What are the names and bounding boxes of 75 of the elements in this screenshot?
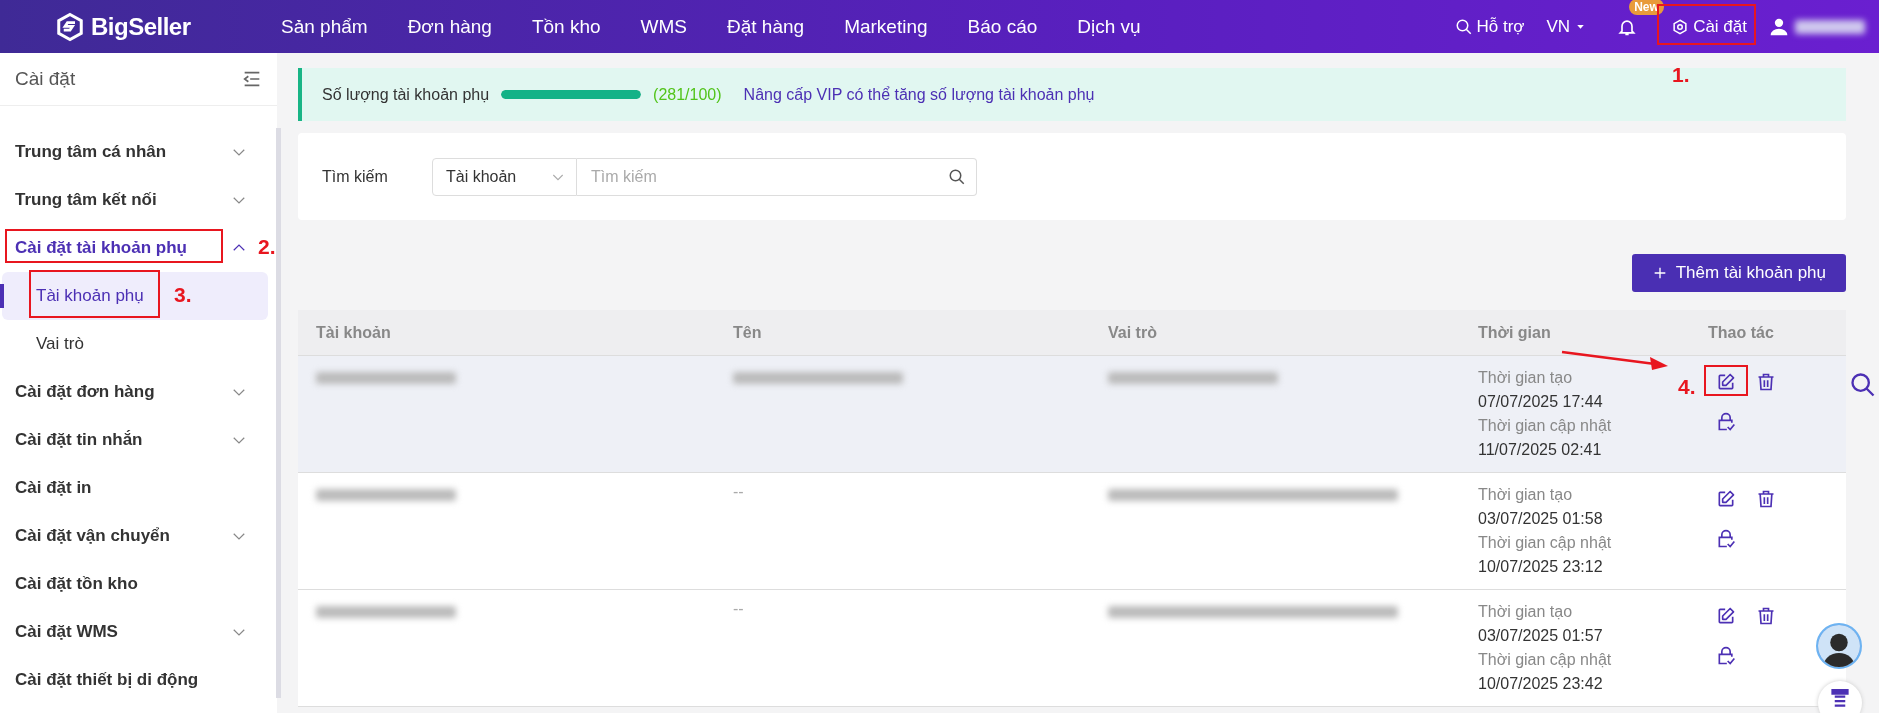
time-value: 11/07/2025 02:41 [1478, 440, 1602, 460]
lock-check-icon [1716, 529, 1736, 549]
step-number: 1. [1672, 63, 1690, 87]
logo-icon [55, 11, 85, 42]
search-icon[interactable] [1848, 371, 1877, 399]
brand-name: BigSeller [91, 12, 191, 41]
search-field[interactable]: Tìm kiếm [577, 157, 977, 196]
step-number: 2. [258, 235, 276, 259]
time-value: 10/07/2025 23:42 [1478, 674, 1603, 694]
time-label: Thời gian cập nhật [1478, 533, 1612, 553]
time-value: 10/07/2025 23:12 [1478, 557, 1603, 577]
sidebar-group[interactable]: Cài đặt tồn kho [0, 560, 254, 608]
sidebar-group[interactable]: Trung tâm kết nối [0, 176, 254, 224]
time-label: Thời gian cập nhật [1478, 650, 1612, 670]
time-label: Thời gian cập nhật [1478, 416, 1612, 436]
column-header: Thao tác [1690, 310, 1846, 356]
step-number: 3. [174, 283, 192, 307]
settings-link[interactable]: Cài đặt [1671, 16, 1747, 37]
edit-icon [1716, 606, 1736, 626]
add-subaccount-button[interactable]: Thêm tài khoản phụ [1631, 254, 1846, 292]
quota-count: (281/100) [653, 85, 722, 104]
column-header: Vai trò [1090, 310, 1460, 356]
column-header: Tài khoản [298, 310, 715, 356]
nav-menu-item[interactable]: Marketing [844, 15, 928, 38]
sidebar-group[interactable]: Trung tâm cá nhân [0, 128, 254, 176]
sidebar-group[interactable]: Cài đặt đơn hàng [0, 368, 254, 416]
nav-menu-item[interactable]: Đặt hàng [727, 15, 805, 38]
language-select[interactable]: VN [1546, 16, 1588, 37]
nav-menu-item[interactable]: Sản phẩm [281, 15, 368, 38]
column-header: Tên [715, 310, 1090, 356]
search-label: Tìm kiếm [322, 167, 389, 186]
time-label: Thời gian tạo [1478, 602, 1573, 622]
edit-icon [1716, 489, 1736, 509]
sidebar-group[interactable]: Cài đặt in [0, 464, 254, 512]
column-header: Thời gian [1460, 310, 1690, 356]
chat-button[interactable] [1818, 681, 1862, 713]
highlight-box [1704, 365, 1748, 396]
time-value: 03/07/2025 01:57 [1478, 626, 1603, 646]
settings-icon [1671, 17, 1690, 36]
trash-icon [1756, 606, 1776, 626]
time-label: Thời gian tạo [1478, 368, 1573, 388]
trash-icon [1756, 489, 1776, 509]
sidebar-group[interactable]: Cài đặt vận chuyển [0, 512, 254, 560]
search-icon [948, 167, 966, 186]
nav-menu-item[interactable]: Dịch vụ [1077, 15, 1141, 38]
search-type-select[interactable]: Tài khoản [432, 157, 577, 196]
nav-menu-item[interactable]: Tồn kho [531, 15, 601, 38]
blurred-username [1795, 19, 1865, 34]
lock-check-icon [1716, 646, 1736, 666]
nav-menu-item[interactable]: WMS [640, 15, 687, 38]
list-icon [1831, 689, 1849, 707]
time-value: 03/07/2025 01:58 [1478, 509, 1603, 529]
sidebar-group[interactable]: Cài đặt tin nhắn [0, 416, 254, 464]
table-cell: -- [733, 600, 744, 617]
search-input[interactable]: Tìm kiếm [589, 166, 948, 187]
sidebar-group[interactable]: Cài đặt WMS [0, 608, 254, 656]
trash-icon [1756, 372, 1776, 392]
quota-label: Số lượng tài khoản phụ [322, 85, 490, 104]
sidebar-group[interactable]: Cài đặt thiết bị di động [0, 656, 254, 704]
nav-menu-item[interactable]: Đơn hàng [407, 15, 492, 38]
nav-menu-item[interactable]: Báo cáo [967, 15, 1038, 38]
edit-icon [1716, 372, 1736, 392]
support-avatar[interactable] [1816, 623, 1862, 669]
time-value: 07/07/2025 17:44 [1478, 392, 1603, 412]
sidebar-group[interactable]: Cài đặt tài khoản phụ [0, 224, 254, 272]
support-link[interactable]: Hỗ trợ [1454, 16, 1525, 37]
search-icon [1454, 17, 1473, 36]
time-label: Thời gian tạo [1478, 485, 1573, 505]
upgrade-link[interactable]: Nâng cấp VIP có thể tăng số lượng tài khoản phụ [743, 85, 1095, 104]
lock-check-icon [1716, 412, 1736, 432]
sidebar-item[interactable]: Vai trò [2, 320, 268, 368]
step-number: 4. [1678, 375, 1696, 399]
sidebar-title: Cài đặt [15, 68, 76, 90]
user-icon[interactable] [1769, 16, 1789, 37]
table-cell: -- [733, 483, 744, 500]
